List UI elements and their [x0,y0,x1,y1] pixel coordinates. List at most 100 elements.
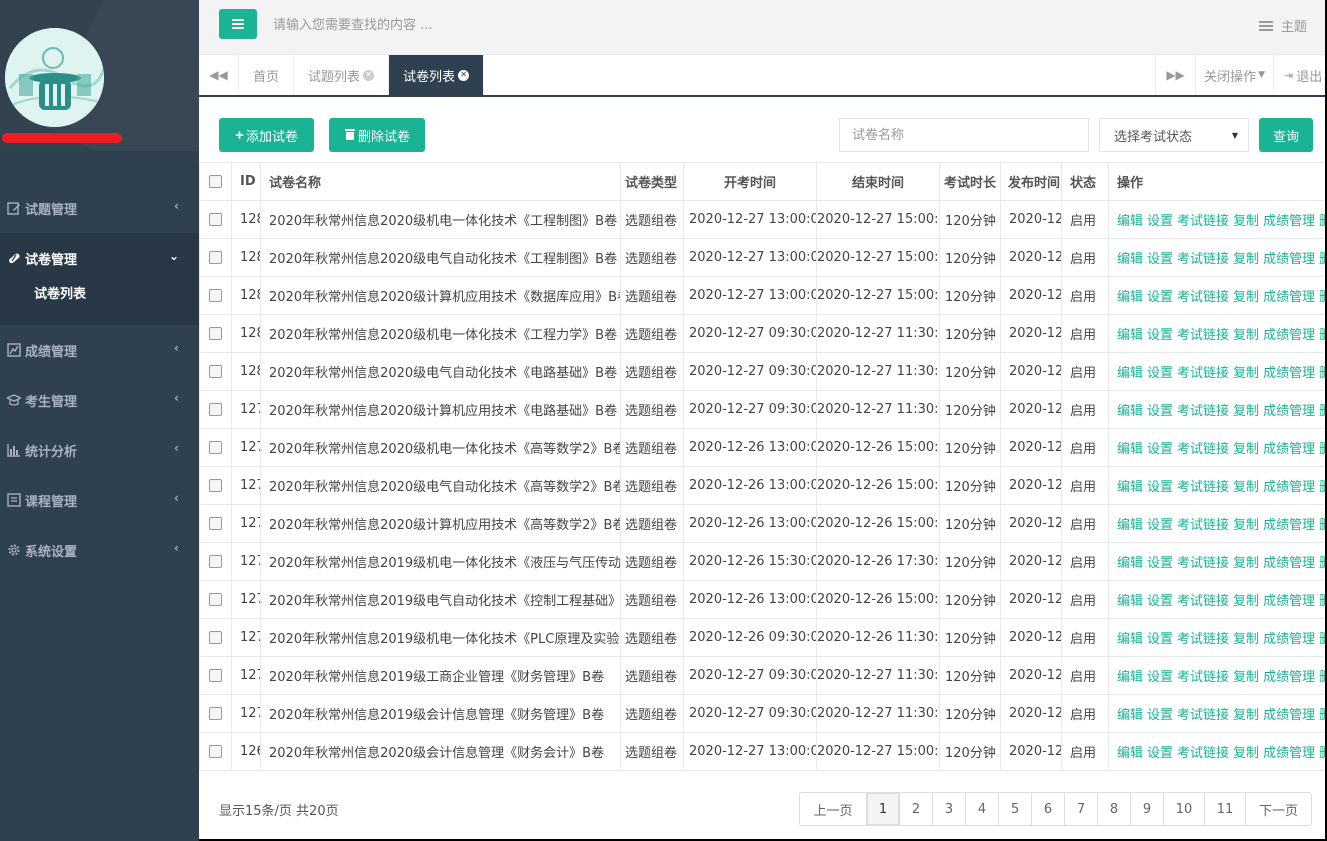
page-number-button[interactable]: 11 [1204,793,1245,825]
delete-paper-button[interactable]: 删除试卷 [329,118,425,152]
table-row[interactable]: 1272020年秋常州信息2020级计算机应用技术《电路基础》B卷选题组卷202… [199,390,1327,429]
row-checkbox[interactable] [209,365,222,378]
page-number-button[interactable]: 5 [998,793,1031,825]
edit-link[interactable]: 编辑 [1117,442,1143,457]
close-tab-icon[interactable]: ✕ [458,69,470,81]
exam-link-link[interactable]: 考试链接 [1177,518,1229,533]
table-row[interactable]: 1282020年秋常州信息2020级机电一体化技术《工程制图》B卷选题组卷202… [199,200,1327,239]
row-checkbox-cell[interactable] [199,580,232,619]
header-id[interactable]: ID [231,162,261,201]
tab-home[interactable]: 首页 [239,55,295,95]
score-management-link[interactable]: 成绩管理 [1263,708,1315,723]
row-checkbox[interactable] [209,479,222,492]
settings-link[interactable]: 设置 [1147,746,1173,761]
copy-link[interactable]: 复制 [1233,252,1259,267]
row-checkbox-cell[interactable] [199,694,232,733]
page-number-button[interactable]: 10 [1163,793,1204,825]
score-management-link[interactable]: 成绩管理 [1263,214,1315,229]
settings-link[interactable]: 设置 [1147,518,1173,533]
settings-link[interactable]: 设置 [1147,404,1173,419]
table-row[interactable]: 1272020年秋常州信息2020级电气自动化技术《高等数学2》B卷选题组卷20… [199,466,1327,505]
copy-link[interactable]: 复制 [1233,708,1259,723]
sidebar-item-course-management[interactable]: 课程管理 ‹ [0,475,199,525]
table-row[interactable]: 1272020年秋常州信息2020级机电一体化技术《高等数学2》B卷选题组卷20… [199,428,1327,467]
row-checkbox[interactable] [209,669,222,682]
score-management-link[interactable]: 成绩管理 [1263,556,1315,571]
copy-link[interactable]: 复制 [1233,366,1259,381]
exam-link-link[interactable]: 考试链接 [1177,442,1229,457]
score-management-link[interactable]: 成绩管理 [1263,252,1315,267]
table-row[interactable]: 1272020年秋常州信息2020级计算机应用技术《高等数学2》B卷选题组卷20… [199,504,1327,543]
settings-link[interactable]: 设置 [1147,252,1173,267]
sidebar-item-student-management[interactable]: 考生管理 ‹ [0,375,199,425]
tab-question-list[interactable]: 试题列表 ✕ [294,55,390,95]
edit-link[interactable]: 编辑 [1117,556,1143,571]
avatar[interactable] [5,28,104,127]
row-checkbox[interactable] [209,327,222,340]
page-number-button[interactable]: 7 [1064,793,1097,825]
copy-link[interactable]: 复制 [1233,670,1259,685]
edit-link[interactable]: 编辑 [1117,518,1143,533]
page-number-button[interactable]: 1 [866,793,899,825]
score-management-link[interactable]: 成绩管理 [1263,366,1315,381]
edit-link[interactable]: 编辑 [1117,480,1143,495]
edit-link[interactable]: 编辑 [1117,252,1143,267]
header-type[interactable]: 试卷类型 [620,162,684,201]
tab-scroll-left-button[interactable]: ◀◀ [199,55,239,95]
copy-link[interactable]: 复制 [1233,518,1259,533]
header-status[interactable]: 状态 [1061,162,1109,201]
row-checkbox-cell[interactable] [199,618,232,657]
settings-link[interactable]: 设置 [1147,708,1173,723]
copy-link[interactable]: 复制 [1233,480,1259,495]
header-start-time[interactable]: 开考时间 [683,162,817,201]
exam-link-link[interactable]: 考试链接 [1177,556,1229,571]
edit-link[interactable]: 编辑 [1117,632,1143,647]
settings-link[interactable]: 设置 [1147,366,1173,381]
row-checkbox-cell[interactable] [199,200,232,239]
row-checkbox-cell[interactable] [199,542,232,581]
table-row[interactable]: 1272020年秋常州信息2019级会计信息管理《财务管理》B卷选题组卷2020… [199,694,1327,733]
add-paper-button[interactable]: + 添加试卷 [219,118,314,152]
row-checkbox-cell[interactable] [199,732,232,771]
row-checkbox[interactable] [209,441,222,454]
copy-link[interactable]: 复制 [1233,404,1259,419]
exam-link-link[interactable]: 考试链接 [1177,708,1229,723]
score-management-link[interactable]: 成绩管理 [1263,480,1315,495]
score-management-link[interactable]: 成绩管理 [1263,404,1315,419]
settings-link[interactable]: 设置 [1147,214,1173,229]
row-checkbox-cell[interactable] [199,276,232,315]
copy-link[interactable]: 复制 [1233,214,1259,229]
exam-status-select[interactable]: 选择考试状态 ▼ [1099,118,1249,152]
page-number-button[interactable]: 3 [932,793,965,825]
header-duration[interactable]: 考试时长 [939,162,1001,201]
header-name[interactable]: 试卷名称 [260,162,621,201]
edit-link[interactable]: 编辑 [1117,214,1143,229]
select-all-checkbox[interactable] [209,175,222,188]
row-checkbox-cell[interactable] [199,504,232,543]
tab-scroll-right-button[interactable]: ▶▶ [1155,55,1195,95]
copy-link[interactable]: 复制 [1233,290,1259,305]
score-management-link[interactable]: 成绩管理 [1263,594,1315,609]
copy-link[interactable]: 复制 [1233,556,1259,571]
table-row[interactable]: 1272020年秋常州信息2019级电气自动化技术《控制工程基础》B选题组卷20… [199,580,1327,619]
menu-toggle-button[interactable] [219,9,257,39]
next-page-button[interactable]: 下一页 [1245,793,1311,825]
sidebar-item-question-management[interactable]: 试题管理 ‹ [0,183,199,233]
settings-link[interactable]: 设置 [1147,670,1173,685]
page-number-button[interactable]: 2 [899,793,932,825]
table-row[interactable]: 1272020年秋常州信息2019级工商企业管理《财务管理》B卷选题组卷2020… [199,656,1327,695]
row-checkbox-cell[interactable] [199,238,232,277]
settings-link[interactable]: 设置 [1147,556,1173,571]
table-row[interactable]: 1262020年秋常州信息2020级会计信息管理《财务会计》B卷选题组卷2020… [199,732,1327,771]
row-checkbox[interactable] [209,555,222,568]
page-number-button[interactable]: 6 [1031,793,1064,825]
score-management-link[interactable]: 成绩管理 [1263,746,1315,761]
row-checkbox-cell[interactable] [199,466,232,505]
settings-link[interactable]: 设置 [1147,328,1173,343]
page-number-button[interactable]: 8 [1097,793,1130,825]
exam-link-link[interactable]: 考试链接 [1177,480,1229,495]
row-checkbox[interactable] [209,707,222,720]
row-checkbox-cell[interactable] [199,314,232,353]
tab-paper-list[interactable]: 试卷列表 ✕ [389,55,485,95]
sidebar-subitem-paper-list[interactable]: 试卷列表 [0,283,199,325]
